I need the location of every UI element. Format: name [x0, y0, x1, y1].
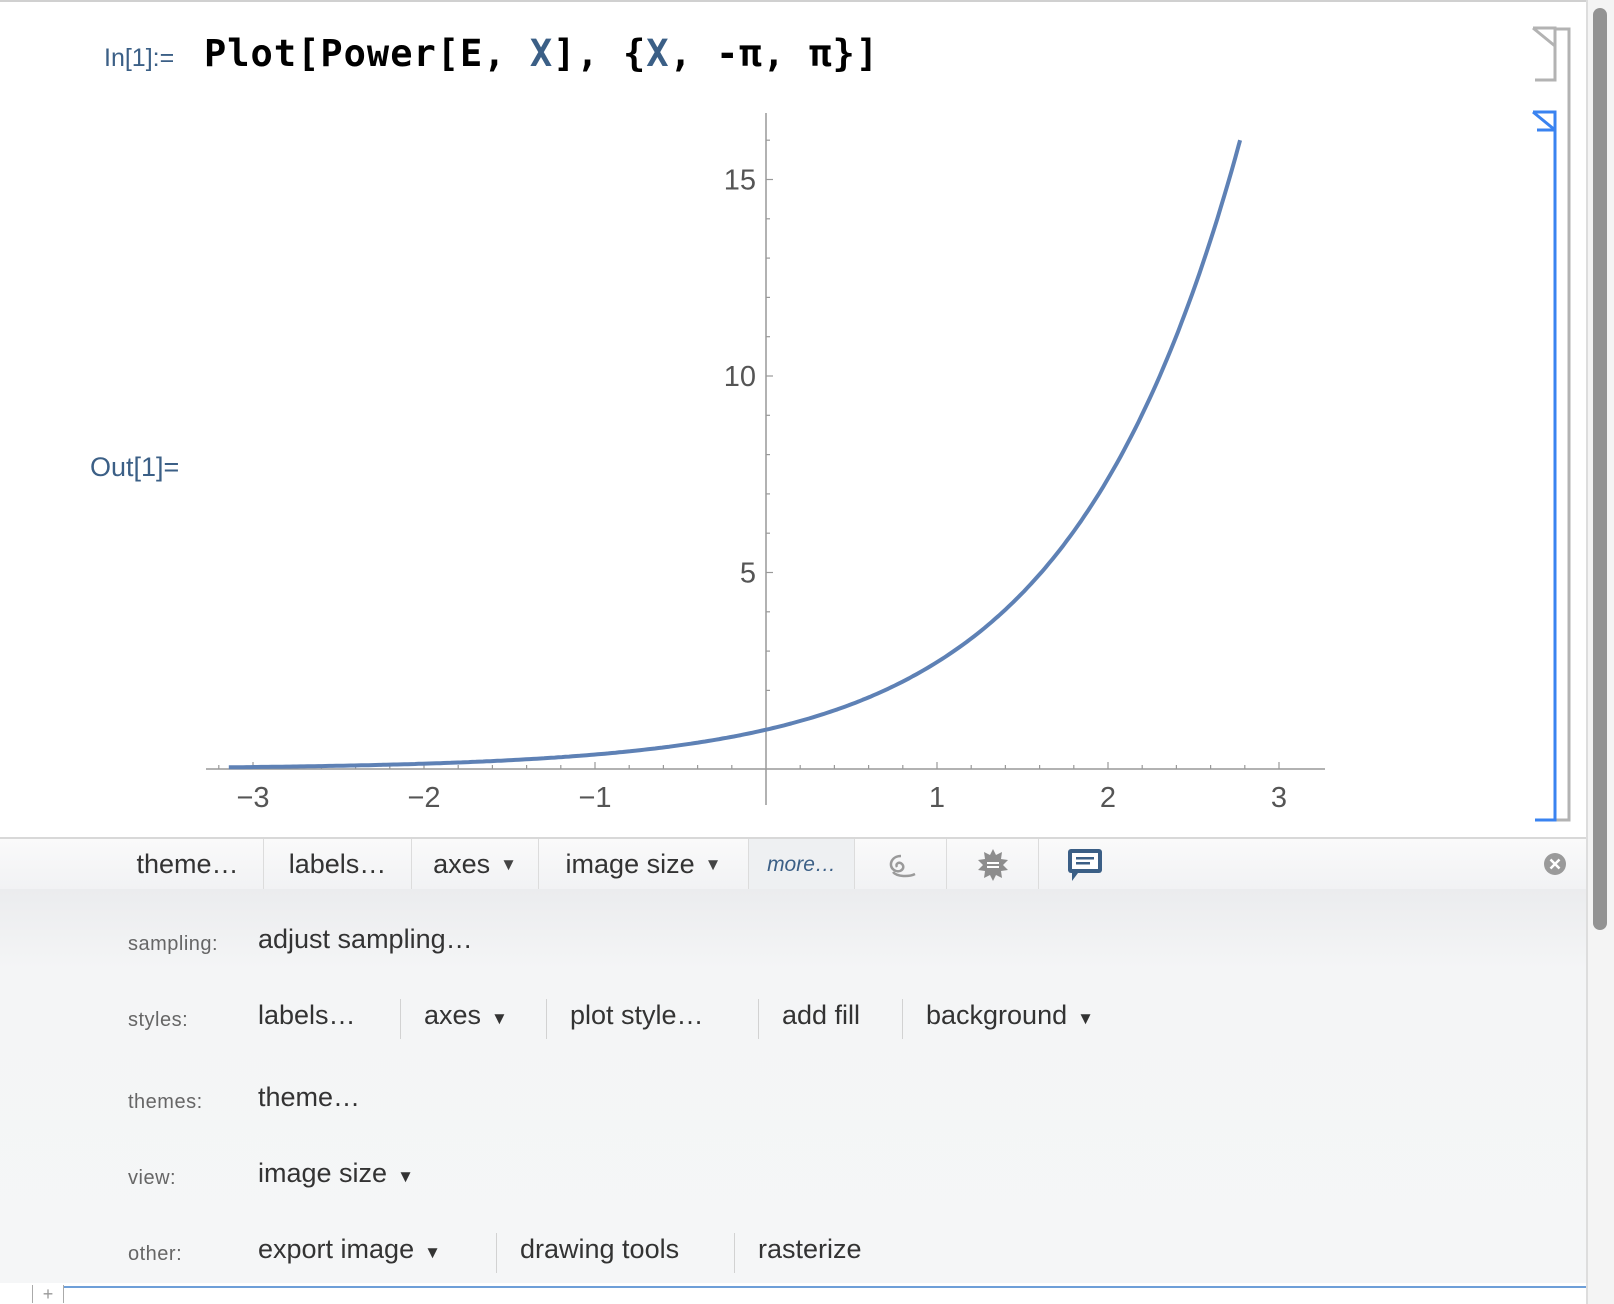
- output-cell-bracket[interactable]: [1532, 110, 1557, 822]
- styles-labels-button[interactable]: labels…: [258, 1000, 356, 1031]
- button-label: background: [926, 1000, 1068, 1030]
- x-tick-label: 2: [1100, 782, 1116, 814]
- y-tick-label: 15: [724, 165, 756, 197]
- button-label: theme…: [136, 849, 239, 879]
- suggestions-bar: theme… labels… axes ▼ image size ▼ more…: [0, 837, 1586, 891]
- rasterize-button[interactable]: rasterize: [758, 1234, 862, 1265]
- button-label: image size: [258, 1158, 388, 1188]
- row-label-themes: themes:: [128, 1091, 203, 1113]
- close-icon[interactable]: [1543, 852, 1567, 881]
- add-fill-button[interactable]: add fill: [782, 1000, 860, 1031]
- input-cell-bracket[interactable]: [1532, 26, 1557, 82]
- cell-brackets[interactable]: [1525, 20, 1585, 832]
- x-tick-label: 1: [929, 782, 945, 814]
- x-tick-label: −2: [407, 782, 440, 814]
- insert-cell-button[interactable]: +: [32, 1285, 64, 1303]
- row-label-other: other:: [128, 1243, 183, 1265]
- dropdown-arrow-icon: ▼: [424, 1243, 441, 1262]
- toolbar-labels-button[interactable]: labels…: [264, 839, 412, 890]
- spiral-icon[interactable]: [855, 839, 947, 890]
- row-label-view: view:: [128, 1167, 177, 1189]
- dropdown-arrow-icon: ▼: [397, 1167, 414, 1186]
- button-label: axes: [424, 1000, 482, 1030]
- divider: [734, 1233, 735, 1273]
- divider: [496, 1233, 497, 1273]
- plot-graphic[interactable]: −3 −2 −1 1 2 3 5 10 15: [0, 0, 1586, 836]
- gear-icon[interactable]: [947, 839, 1039, 890]
- row-label-sampling: sampling:: [128, 933, 219, 955]
- button-label: axes: [433, 849, 491, 879]
- series-line: [228, 139, 1243, 770]
- styles-axes-button[interactable]: axes ▼: [424, 1000, 508, 1031]
- background-button[interactable]: background ▼: [926, 1000, 1094, 1031]
- toolbar-image-size-button[interactable]: image size ▼: [539, 839, 749, 890]
- scrollbar-thumb[interactable]: [1593, 8, 1607, 930]
- cell-insertion-line: [64, 1286, 1586, 1288]
- row-label-styles: styles:: [128, 1009, 189, 1031]
- export-image-button[interactable]: export image ▼: [258, 1234, 441, 1265]
- dropdown-arrow-icon: ▼: [704, 854, 722, 874]
- toolbar-axes-button[interactable]: axes ▼: [412, 839, 539, 890]
- adjust-sampling-button[interactable]: adjust sampling…: [258, 924, 473, 955]
- toolbar-more-button[interactable]: more…: [749, 839, 855, 890]
- divider: [546, 999, 547, 1039]
- toolbar-theme-button[interactable]: theme…: [112, 839, 264, 890]
- divider: [902, 999, 903, 1039]
- drawing-tools-button[interactable]: drawing tools: [520, 1234, 679, 1265]
- plot-style-button[interactable]: plot style…: [570, 1000, 704, 1031]
- view-image-size-button[interactable]: image size ▼: [258, 1158, 414, 1189]
- button-label: more…: [767, 852, 836, 876]
- dropdown-arrow-icon: ▼: [491, 1009, 508, 1028]
- divider: [758, 999, 759, 1039]
- button-label: export image: [258, 1234, 415, 1264]
- dropdown-arrow-icon: ▼: [1077, 1009, 1094, 1028]
- x-tick-label: 3: [1271, 782, 1287, 814]
- comment-icon[interactable]: [1039, 839, 1131, 890]
- more-options-panel: sampling: adjust sampling… styles: label…: [0, 889, 1586, 1283]
- dropdown-arrow-icon: ▼: [500, 854, 517, 874]
- button-label: labels…: [288, 849, 387, 879]
- y-tick-label: 5: [740, 558, 756, 590]
- theme-button[interactable]: theme…: [258, 1082, 360, 1113]
- x-tick-label: −3: [236, 782, 269, 814]
- x-tick-label: −1: [578, 782, 611, 814]
- divider: [400, 999, 401, 1039]
- y-tick-label: 10: [724, 361, 756, 393]
- button-label: image size: [565, 849, 695, 879]
